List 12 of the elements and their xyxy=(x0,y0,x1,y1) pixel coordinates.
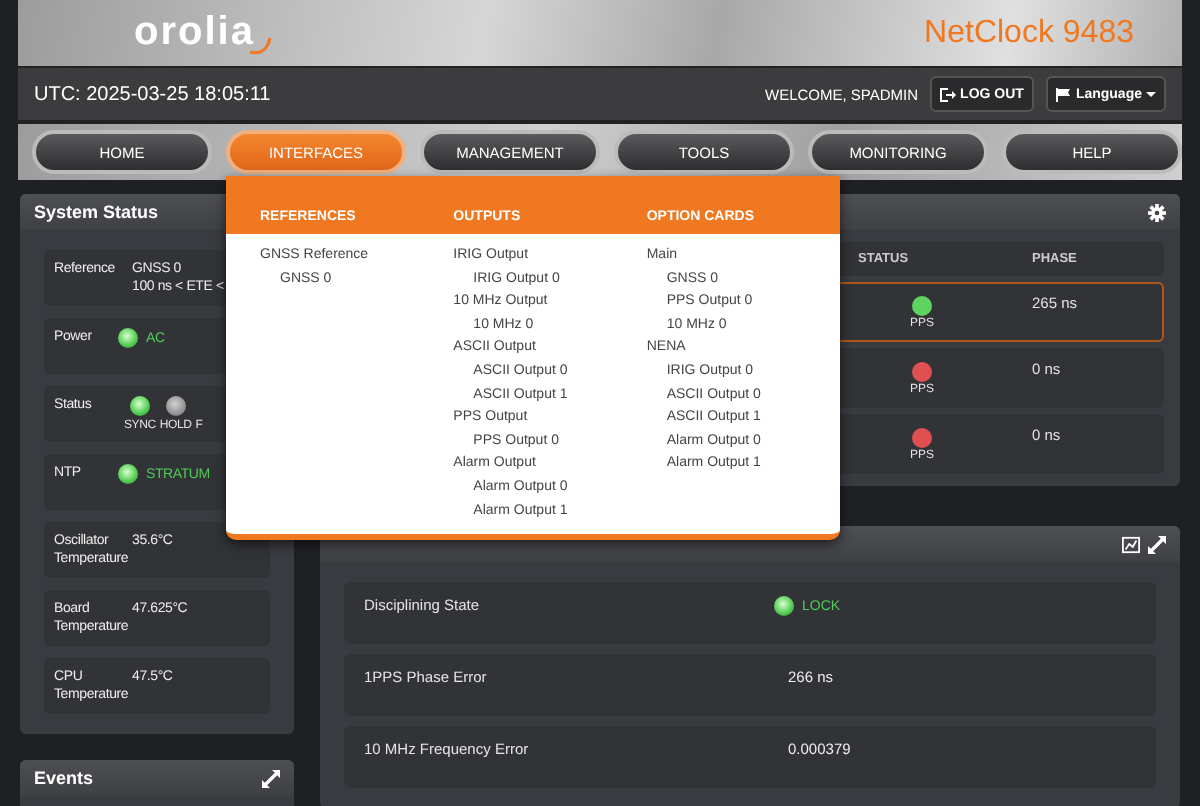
logo-text: orolia xyxy=(134,10,255,56)
chart-icon[interactable] xyxy=(1122,535,1140,553)
settings-icon[interactable] xyxy=(1148,203,1166,221)
expand-icon[interactable] xyxy=(262,769,280,787)
utc-clock: UTC: 2025-03-25 18:05:11 xyxy=(34,83,273,105)
panel-title: System Status xyxy=(34,202,159,222)
flag-icon xyxy=(1055,87,1072,101)
expand-icon[interactable] xyxy=(1148,535,1166,553)
product-title: NetClock 9483 xyxy=(924,15,1134,51)
caret-icon xyxy=(1146,87,1156,101)
logout-icon xyxy=(940,87,957,101)
panel-title: Events xyxy=(34,768,94,788)
